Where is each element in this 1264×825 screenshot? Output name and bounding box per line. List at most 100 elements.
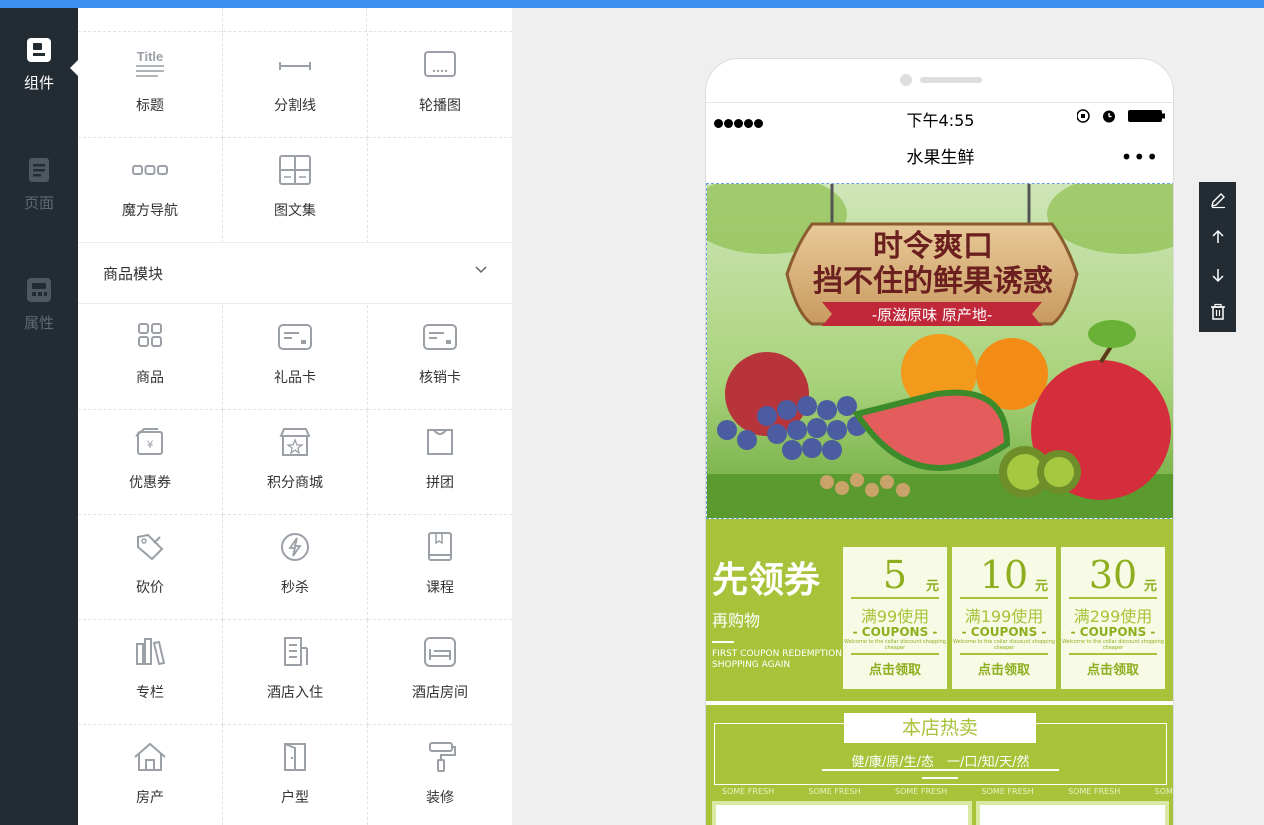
component-floor-plan[interactable]: 户型 <box>223 725 368 825</box>
coupon-english-1: FIRST COUPON REDEMPTION <box>712 649 842 659</box>
coupon-unit: 元 <box>925 579 939 594</box>
nav-label-properties: 属性 <box>23 314 54 332</box>
coupon-card[interactable]: 10 元 满199使用 - COUPONS - Welcome to the c… <box>952 547 1056 689</box>
component-hotel-checkin[interactable]: 酒店入住 <box>223 620 368 725</box>
banner-line1: 时令爽口 <box>873 229 993 264</box>
chevron-down-icon <box>475 266 487 274</box>
coupon-condition: 满99使用 <box>860 607 930 626</box>
verify-card-icon <box>423 324 457 350</box>
trash-icon <box>1211 303 1225 320</box>
coupon-claim-button[interactable]: 点击领取 <box>843 659 947 678</box>
component-label: 核销卡 <box>419 370 461 386</box>
carousel-banner[interactable]: 时令爽口 挡不住的鲜果诱惑 -原滋原味 原产地- <box>706 183 1173 519</box>
page-icon <box>29 158 49 182</box>
fresh-word: SOME FRESH <box>1068 787 1121 796</box>
coupon-rule <box>960 597 1048 599</box>
basic-components-grid: Title 标题 分割线 轮播图 魔方导航 图文集 <box>78 33 512 243</box>
arrow-up-icon <box>1212 229 1224 243</box>
coupon-small-text: Welcome to the collar discount shopping … <box>844 639 946 651</box>
nav-item-components[interactable]: 组件 <box>0 36 78 126</box>
goods-icon <box>138 323 162 347</box>
property-icon <box>27 278 51 302</box>
speaker-slot <box>920 77 982 83</box>
phone-navbar: 水果生鲜 ••• <box>706 129 1173 183</box>
coupon-intro: 先领券 再购物 FIRST COUPON REDEMPTION SHOPPING… <box>712 561 842 671</box>
coupon-unit: 元 <box>1034 579 1048 594</box>
component-label: 专栏 <box>136 685 164 701</box>
floor-plan-icon <box>284 743 306 771</box>
component-label: 秒杀 <box>281 580 309 596</box>
component-house[interactable]: 房产 <box>78 725 223 825</box>
hotel-checkin-icon <box>284 637 308 666</box>
pencil-icon <box>1211 193 1225 209</box>
coupon-intro-rule <box>712 641 734 643</box>
phone-page-title: 水果生鲜 <box>906 148 975 168</box>
component-course[interactable]: 课程 <box>368 515 512 620</box>
divider-icon <box>279 62 311 70</box>
paint-roller-icon <box>429 742 456 772</box>
product-card[interactable] <box>976 801 1169 825</box>
more-menu-button[interactable]: ••• <box>1121 145 1159 169</box>
nav-item-properties[interactable]: 属性 <box>0 276 78 366</box>
component-label: 课程 <box>426 580 454 596</box>
coupon-rule <box>960 653 1048 655</box>
component-goods[interactable]: 商品 <box>78 305 223 410</box>
component-hotel-room[interactable]: 酒店房间 <box>368 620 512 725</box>
coupon-rule <box>851 653 939 655</box>
delete-tool-button[interactable] <box>1199 294 1236 330</box>
nav-label-components: 组件 <box>23 74 54 92</box>
column-icon <box>136 638 166 666</box>
coupon-label: - COUPONS - <box>961 625 1047 639</box>
coupon-label: - COUPONS - <box>852 625 938 639</box>
component-gallery[interactable]: 图文集 <box>223 138 368 243</box>
edit-tool-button[interactable] <box>1199 182 1236 218</box>
coupon-small-text: Welcome to the collar discount shopping … <box>1062 639 1164 651</box>
fresh-word: SOME FRESH <box>808 787 861 796</box>
component-divider[interactable]: 分割线 <box>223 33 368 138</box>
component-verify-card[interactable]: 核销卡 <box>368 305 512 410</box>
coupon-title: 先领券 <box>712 560 821 601</box>
gift-card-icon <box>278 324 312 350</box>
banner-image: 时令爽口 挡不住的鲜果诱惑 -原滋原味 原产地- <box>707 184 1173 518</box>
coupon-subtitle: 再购物 <box>712 611 761 630</box>
coupon-label: - COUPONS - <box>1070 625 1156 639</box>
status-bar: 下午4:55 <box>706 103 1173 130</box>
move-up-tool-button[interactable] <box>1199 219 1236 255</box>
coupon-small-text: Welcome to the collar discount shopping … <box>953 639 1055 651</box>
goods-section-header[interactable]: 商品模块 <box>78 242 512 304</box>
phone-frame-top <box>706 59 1173 103</box>
coupon-card[interactable]: 5 元 满99使用 - COUPONS - Welcome to the col… <box>843 547 947 689</box>
coupon-rule <box>1069 653 1157 655</box>
component-coupon[interactable]: ¥ 优惠券 <box>78 410 223 515</box>
component-flash-sale[interactable]: 秒杀 <box>223 515 368 620</box>
component-carousel[interactable]: 轮播图 <box>368 33 512 138</box>
fresh-word: SOME FRESH <box>981 787 1034 796</box>
product-card[interactable] <box>712 801 972 825</box>
component-points-mall[interactable]: 积分商城 <box>223 410 368 515</box>
coupon-claim-button[interactable]: 点击领取 <box>952 659 1056 678</box>
component-decoration[interactable]: 装修 <box>368 725 512 825</box>
component-label: 优惠券 <box>129 475 171 491</box>
component-group-buy[interactable]: 拼团 <box>368 410 512 515</box>
component-title[interactable]: Title 标题 <box>78 33 223 138</box>
coupon-claim-button[interactable]: 点击领取 <box>1061 659 1165 678</box>
component-label: 魔方导航 <box>122 203 178 219</box>
move-down-tool-button[interactable] <box>1199 257 1236 293</box>
component-label: 标题 <box>136 98 164 114</box>
hot-sale-underline <box>822 769 1059 771</box>
component-cube-nav[interactable]: 魔方导航 <box>78 138 223 243</box>
component-bargain[interactable]: 砍价 <box>78 515 223 620</box>
coupon-english-2: SHOPPING AGAIN <box>712 660 791 670</box>
cube-nav-icon <box>132 165 168 175</box>
course-icon <box>428 532 452 561</box>
component-label: 酒店入住 <box>267 685 323 701</box>
component-label: 轮播图 <box>419 98 461 114</box>
nav-item-page[interactable]: 页面 <box>0 156 78 246</box>
top-accent-bar <box>0 0 1264 8</box>
nav-label-page: 页面 <box>23 194 54 212</box>
component-gift-card[interactable]: 礼品卡 <box>223 305 368 410</box>
component-column[interactable]: 专栏 <box>78 620 223 725</box>
group-buy-icon <box>427 429 453 455</box>
banner-ribbon: -原滋原味 原产地- <box>872 306 993 324</box>
coupon-card[interactable]: 30 元 满299使用 - COUPONS - Welcome to the c… <box>1061 547 1165 689</box>
